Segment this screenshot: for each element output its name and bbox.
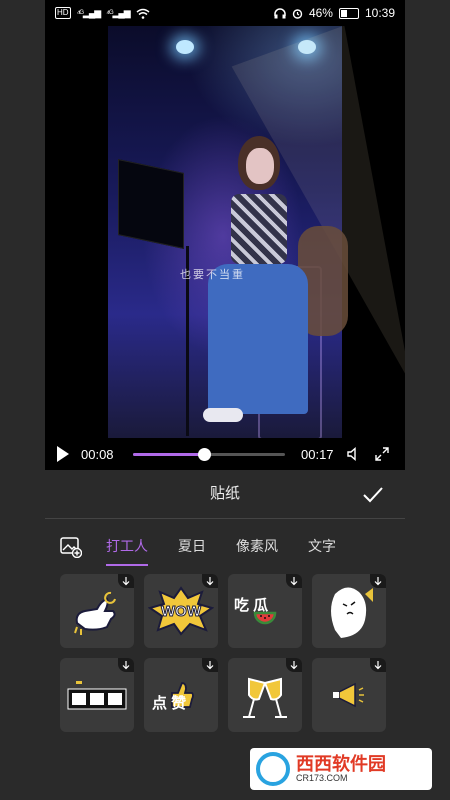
download-icon[interactable]	[286, 574, 302, 588]
tab-xiari[interactable]: 夏日	[178, 536, 206, 558]
sticker-item[interactable]: 吃 瓜	[228, 574, 302, 648]
status-bar: HD ⁴ᴳ▂▄▆ ⁴ᴳ▂▄▆ 46% 10:39	[45, 0, 405, 26]
add-image-icon[interactable]	[60, 536, 83, 559]
music-stand	[118, 158, 184, 250]
tab-xiangsufeng[interactable]: 像素风	[236, 536, 278, 558]
volume-icon[interactable]	[343, 443, 365, 465]
fullscreen-icon[interactable]	[371, 443, 393, 465]
sticker-item[interactable]	[60, 574, 134, 648]
download-icon[interactable]	[202, 574, 218, 588]
singer	[203, 136, 313, 436]
video-subtitle: 也要不当重	[180, 269, 245, 281]
play-button[interactable]	[57, 446, 69, 462]
clock: 10:39	[364, 6, 395, 20]
progress-fill	[133, 452, 205, 456]
status-right: 46% 10:39	[274, 6, 395, 20]
battery-percent: 46%	[308, 6, 333, 20]
video-preview[interactable]: 也要不当重	[45, 26, 405, 438]
sticker-tabs: 打工人 夏日 像素风 文字	[60, 530, 366, 566]
battery-icon	[338, 7, 359, 19]
hd-icon: HD	[55, 7, 71, 19]
end-time: 00:17	[301, 446, 334, 462]
wifi-icon	[136, 8, 150, 19]
stage-light-left	[176, 40, 194, 54]
signal-icon-2: ⁴ᴳ▂▄▆	[106, 7, 131, 18]
sticker-grid: WOW 吃 瓜 点 赞	[60, 574, 390, 732]
confirm-check-icon[interactable]	[360, 482, 386, 508]
download-icon[interactable]	[118, 658, 134, 672]
current-time: 00:08	[81, 446, 114, 462]
divider	[45, 518, 405, 519]
video-frame: 也要不当重	[108, 26, 405, 438]
tab-wenzi[interactable]: 文字	[308, 536, 336, 558]
tab-dagongren[interactable]: 打工人	[106, 536, 148, 566]
download-icon[interactable]	[118, 574, 134, 588]
headphones-icon	[274, 7, 286, 18]
sticker-item[interactable]: WOW	[144, 574, 218, 648]
signal-icon: ⁴ᴳ▂▄▆	[76, 7, 102, 18]
progress-slider[interactable]	[133, 447, 285, 461]
watermark-url: CR173.COM	[296, 773, 348, 783]
sticker-item[interactable]	[312, 658, 386, 732]
playback-controls: 00:08 00:17	[45, 438, 405, 470]
download-icon[interactable]	[202, 658, 218, 672]
watermark-text: 西西软件园	[296, 754, 386, 774]
download-icon[interactable]	[370, 574, 386, 588]
status-left: HD ⁴ᴳ▂▄▆ ⁴ᴳ▂▄▆	[55, 7, 150, 19]
sticker-item[interactable]	[60, 658, 134, 732]
download-icon[interactable]	[286, 658, 302, 672]
sticker-item[interactable]	[228, 658, 302, 732]
download-icon[interactable]	[370, 658, 386, 672]
watermark: 西西软件园 CR173.COM	[250, 748, 432, 790]
alarm-icon	[292, 8, 303, 19]
sticker-item[interactable]: 点 赞	[144, 658, 218, 732]
watermark-logo-icon	[256, 752, 290, 786]
progress-knob[interactable]	[198, 447, 212, 461]
sticker-item[interactable]	[312, 574, 386, 648]
